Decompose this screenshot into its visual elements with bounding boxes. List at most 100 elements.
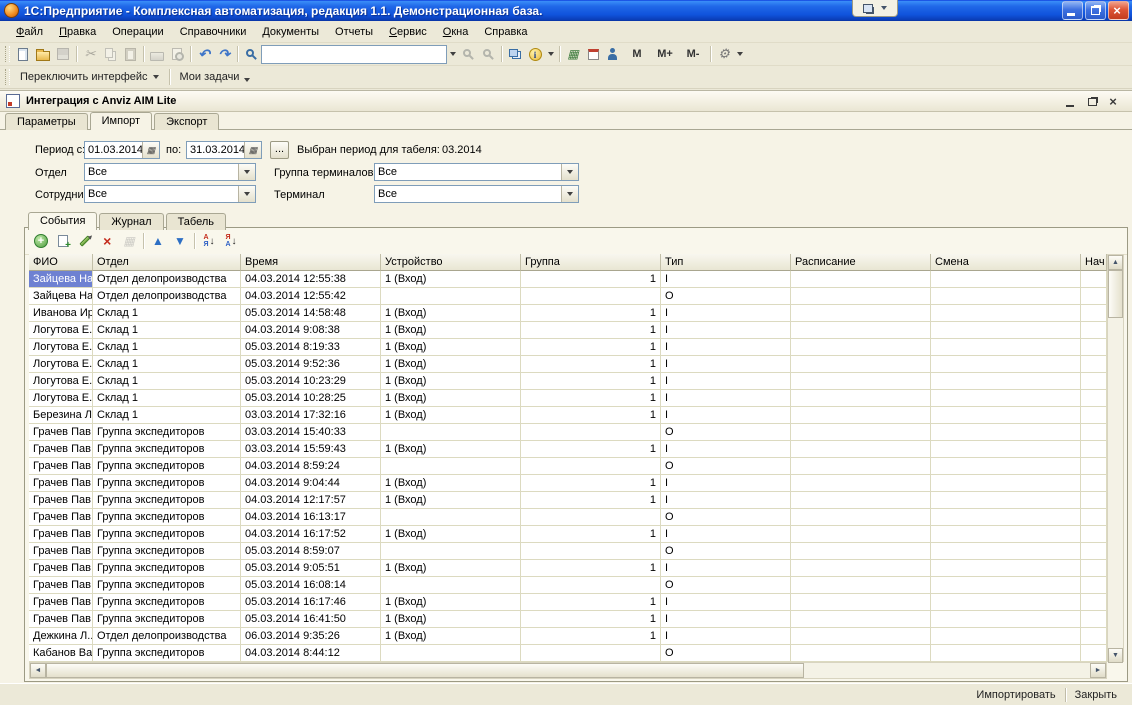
table-cell[interactable] [1081,288,1107,305]
table-row[interactable]: Логутова Е...Склад 105.03.2014 10:23:291… [29,373,1107,390]
table-cell[interactable] [521,458,661,475]
table-cell[interactable] [791,288,931,305]
redo-icon[interactable]: ↷ [214,44,234,64]
table-cell[interactable] [1081,271,1107,288]
table-cell[interactable]: 05.03.2014 9:05:51 [241,560,381,577]
table-cell[interactable]: 05.03.2014 16:08:14 [241,577,381,594]
table-cell[interactable] [381,424,521,441]
table-cell[interactable]: 1 [521,407,661,424]
table-row[interactable]: Кабанов Ва...Группа экспедиторов04.03.20… [29,645,1107,662]
table-cell[interactable]: 1 (Вход) [381,356,521,373]
table-cell[interactable]: 1 [521,475,661,492]
table-row[interactable]: Грачев Пав...Группа экспедиторов03.03.20… [29,424,1107,441]
table-cell[interactable]: Грачев Пав... [29,526,93,543]
table-cell[interactable]: Логутова Е... [29,390,93,407]
find-icon[interactable] [241,44,261,64]
table-cell[interactable] [1081,458,1107,475]
table-cell[interactable]: 1 [521,373,661,390]
terminal-group-combobox[interactable]: Все [374,163,579,181]
table-row[interactable]: Грачев Пав...Группа экспедиторов04.03.20… [29,458,1107,475]
table-row[interactable]: Грачев Пав...Группа экспедиторов04.03.20… [29,492,1107,509]
window-dock-icon[interactable] [863,4,873,13]
table-cell[interactable] [791,458,931,475]
table-cell[interactable]: I [661,492,791,509]
table-cell[interactable] [1081,305,1107,322]
table-cell[interactable]: Грачев Пав... [29,509,93,526]
period-to-field[interactable]: 31.03.2014 ▦ [186,141,262,159]
table-cell[interactable]: Логутова Е... [29,339,93,356]
table-cell[interactable]: I [661,407,791,424]
memory-subtract-button[interactable]: M- [679,44,707,64]
table-cell[interactable]: Грачев Пав... [29,441,93,458]
period-select-button[interactable]: ... [270,141,289,159]
table-cell[interactable] [521,288,661,305]
menu-item[interactable]: Сервис [381,23,435,41]
table-cell[interactable] [791,577,931,594]
table-cell[interactable] [791,424,931,441]
table-cell[interactable]: I [661,526,791,543]
table-cell[interactable]: Группа экспедиторов [93,543,241,560]
print-preview-icon[interactable] [167,44,187,64]
table-cell[interactable] [931,492,1081,509]
table-cell[interactable]: 04.03.2014 12:55:38 [241,271,381,288]
table-cell[interactable]: I [661,373,791,390]
tab-Экспорт[interactable]: Экспорт [154,113,219,130]
table-cell[interactable]: 03.03.2014 17:32:16 [241,407,381,424]
table-cell[interactable] [931,322,1081,339]
table-cell[interactable]: 1 (Вход) [381,475,521,492]
service-settings-icon[interactable]: ⚙ [714,44,734,64]
settings-dropdown[interactable] [734,46,745,63]
table-cell[interactable] [1081,628,1107,645]
table-cell[interactable] [791,305,931,322]
menu-item[interactable]: Справочники [172,23,255,41]
table-cell[interactable]: 1 (Вход) [381,373,521,390]
table-cell[interactable] [931,577,1081,594]
table-row[interactable]: Зайцева На...Отдел делопроизводства04.03… [29,271,1107,288]
import-button[interactable]: Импортировать [967,687,1064,703]
sort-descending-icon[interactable]: ЯА↓ [220,231,242,251]
table-cell[interactable]: Склад 1 [93,339,241,356]
table-cell[interactable] [1081,526,1107,543]
table-cell[interactable]: Склад 1 [93,322,241,339]
table-cell[interactable] [791,339,931,356]
menu-item[interactable]: Отчеты [327,23,381,41]
grid-settings-icon[interactable]: ▦ [118,231,140,251]
move-down-icon[interactable]: ▼ [169,231,191,251]
table-cell[interactable] [1081,356,1107,373]
table-cell[interactable]: Группа экспедиторов [93,526,241,543]
table-cell[interactable]: 05.03.2014 10:28:25 [241,390,381,407]
table-cell[interactable]: Березина Л... [29,407,93,424]
menu-item[interactable]: Правка [51,23,104,41]
table-cell[interactable]: 1 [521,356,661,373]
table-cell[interactable]: 04.03.2014 8:59:24 [241,458,381,475]
period-from-field[interactable]: 01.03.2014 ▦ [84,141,160,159]
form-restore-button[interactable] [1086,95,1100,108]
window-dock-panel[interactable] [852,0,898,17]
table-cell[interactable]: 1 [521,628,661,645]
table-cell[interactable]: I [661,322,791,339]
table-cell[interactable] [1081,322,1107,339]
table-cell[interactable]: O [661,543,791,560]
switch-interface-button[interactable]: Переключить интерфейс [13,68,166,86]
table-cell[interactable] [1081,492,1107,509]
dropdown-button[interactable] [561,164,578,180]
table-cell[interactable]: Группа экспедиторов [93,492,241,509]
calculator-icon[interactable]: ▦ [563,44,583,64]
table-cell[interactable] [931,390,1081,407]
table-cell[interactable]: Склад 1 [93,390,241,407]
table-cell[interactable] [381,509,521,526]
edit-row-icon[interactable] [74,231,96,251]
table-cell[interactable] [931,543,1081,560]
table-cell[interactable]: 1 [521,441,661,458]
table-cell[interactable]: Группа экспедиторов [93,577,241,594]
table-row[interactable]: Грачев Пав...Группа экспедиторов05.03.20… [29,594,1107,611]
table-cell[interactable]: Грачев Пав... [29,611,93,628]
table-cell[interactable]: Иванова Ир... [29,305,93,322]
table-cell[interactable] [931,271,1081,288]
table-cell[interactable]: Группа экспедиторов [93,594,241,611]
table-cell[interactable] [791,492,931,509]
table-row[interactable]: Грачев Пав...Группа экспедиторов05.03.20… [29,560,1107,577]
table-cell[interactable] [1081,390,1107,407]
restore-button[interactable] [1085,1,1106,20]
table-cell[interactable] [931,645,1081,662]
